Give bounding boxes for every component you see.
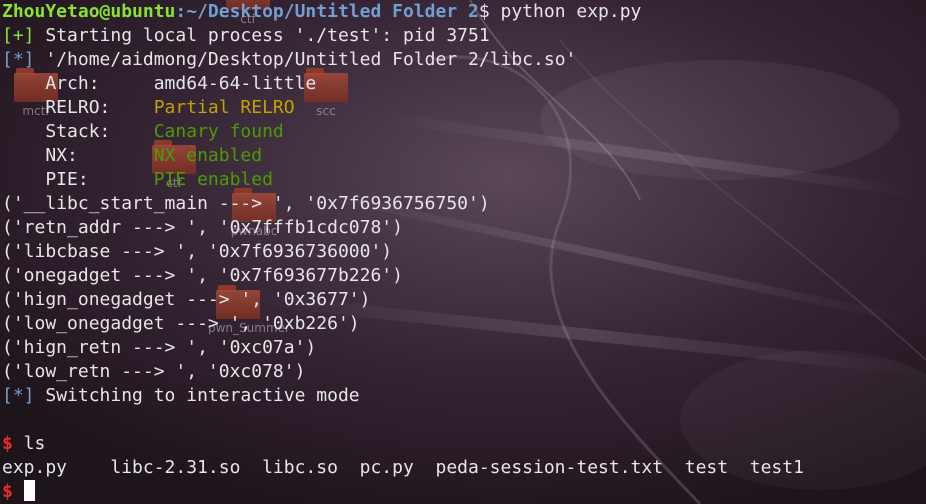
checksec-key: NX: <box>2 145 154 166</box>
terminal-output-line: ('__libc_start_main ---> ', '0x7f6936756… <box>2 193 490 214</box>
terminal-output-line: ('libcbase ---> ', '0x7f6936736000') <box>2 241 393 262</box>
prompt-command: python exp.py <box>489 1 642 22</box>
text-cursor <box>23 480 35 501</box>
checksec-key: RELRO: <box>2 97 154 118</box>
checksec-key: Stack: <box>2 121 154 142</box>
terminal-output-line: ('retn_addr ---> ', '0x7fffb1cdc078') <box>2 217 403 238</box>
shell-input-line[interactable]: $ <box>0 480 926 504</box>
status-marker: [+] <box>2 25 35 46</box>
checksec-line-nx: NX: NX enabled <box>0 144 926 168</box>
shell-prompt-line: $ ls <box>0 432 926 456</box>
terminal-output-line: ('low_retn ---> ', '0xc078') <box>2 361 306 382</box>
shell-dollar: $ <box>2 433 13 454</box>
checksec-key: PIE: <box>2 169 154 190</box>
terminal-output-line: ('low_onegadget ---> ', '0xb226') <box>2 313 360 334</box>
checksec-value: PIE enabled <box>153 169 273 190</box>
status-marker: [*] <box>2 49 35 70</box>
output-text: Starting local process './test': pid 375… <box>34 25 490 46</box>
checksec-value: amd64-64-little <box>153 73 317 94</box>
checksec-line-arch: Arch: amd64-64-little <box>0 72 926 96</box>
terminal-prompt-line: ZhouYetao@ubuntu:~/Desktop/Untitled Fold… <box>0 0 926 24</box>
ls-output-line: exp.py libc-2.31.so libc.so pc.py peda-s… <box>2 457 804 478</box>
output-text: Switching to interactive mode <box>34 385 360 406</box>
checksec-value: Partial RELRO <box>153 97 295 118</box>
checksec-key: Arch: <box>2 73 154 94</box>
terminal-output-line: [*] '/home/aidmong/Desktop/Untitled Fold… <box>0 48 926 72</box>
checksec-line-stack: Stack: Canary found <box>0 120 926 144</box>
output-text: '/home/aidmong/Desktop/Untitled Folder 2… <box>34 49 577 70</box>
prompt-path: :~/Desktop/Untitled Folder 2 <box>175 1 479 22</box>
terminal-output-line: [*] Switching to interactive mode <box>0 384 926 408</box>
prompt-user-host: ZhouYetao@ubuntu <box>2 1 176 22</box>
status-marker: [*] <box>2 385 35 406</box>
terminal-output-line: ('hign_onegadget ---> ', '0x3677') <box>2 289 371 310</box>
terminal-output-line: ('onegadget ---> ', '0x7f693677b226') <box>2 265 403 286</box>
prompt-dollar: $ <box>478 1 490 22</box>
terminal-output-line: [+] Starting local process './test': pid… <box>0 24 926 48</box>
checksec-line-pie: PIE: PIE enabled <box>0 168 926 192</box>
shell-command: ls <box>12 433 46 454</box>
checksec-value: Canary found <box>153 121 284 142</box>
checksec-line-relro: RELRO: Partial RELRO <box>0 96 926 120</box>
terminal-output-line: ('hign_retn ---> ', '0xc07a') <box>2 337 317 358</box>
checksec-value: NX enabled <box>153 145 263 166</box>
terminal-window[interactable]: ZhouYetao@ubuntu:~/Desktop/Untitled Fold… <box>0 0 926 504</box>
shell-dollar: $ <box>2 481 13 502</box>
